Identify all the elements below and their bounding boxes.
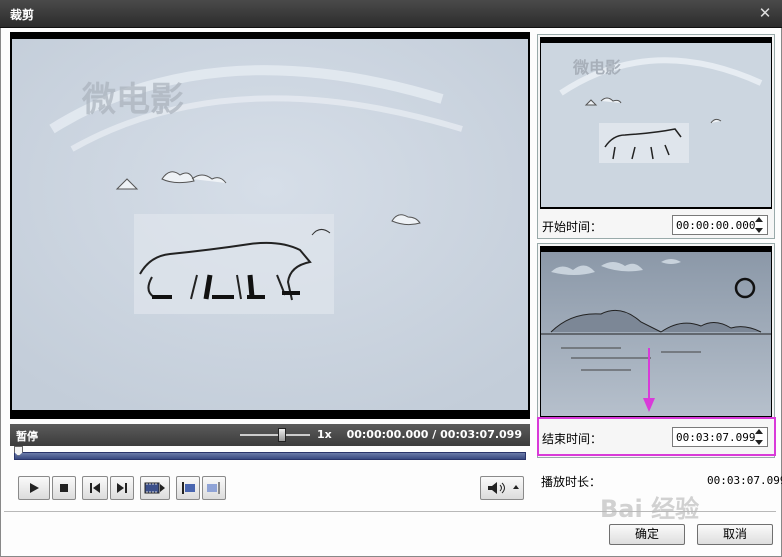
duration-label: 播放时长：: [541, 475, 602, 489]
ok-button[interactable]: 确定: [609, 524, 685, 545]
frame-step-button[interactable]: [140, 476, 170, 500]
end-time-highlight: [537, 417, 776, 456]
start-time-value[interactable]: 00:00:00.000: [676, 219, 755, 232]
time-readout: 00:00:00.000 / 00:03:07.099: [346, 428, 522, 441]
start-time-spinner[interactable]: [753, 217, 765, 233]
mark-out-icon: [207, 482, 220, 494]
spin-down-icon[interactable]: [755, 228, 763, 233]
close-button[interactable]: ✕: [756, 4, 774, 22]
duration-value: 00:03:07.099: [707, 474, 782, 487]
watermark: Bai 经验: [600, 495, 700, 523]
speed-value: 1x: [317, 428, 332, 441]
speed-slider-thumb[interactable]: [278, 428, 286, 442]
svg-text:微电影: 微电影: [572, 58, 621, 77]
start-frame-thumbnail: 微电影: [540, 37, 772, 209]
frame-step-icon: [144, 482, 165, 494]
play-icon: [30, 483, 39, 493]
next-button[interactable]: [110, 476, 134, 500]
seek-bar[interactable]: [14, 446, 526, 460]
seek-track[interactable]: [14, 452, 526, 460]
skip-forward-icon: [117, 483, 127, 493]
start-time-field[interactable]: 00:00:00.000: [672, 215, 768, 235]
start-frame-pane: 微电影 开始时间： 00:00:00.000: [537, 34, 775, 239]
skip-back-icon: [90, 483, 100, 493]
previous-button[interactable]: [82, 476, 108, 500]
stop-button[interactable]: [52, 476, 76, 500]
video-frame-image: 微电影: [12, 39, 528, 410]
main-video-preview: 微电影: [10, 32, 530, 419]
player-status-bar: 暂停 1x 00:00:00.000 / 00:03:07.099: [10, 424, 530, 446]
speed-slider-track[interactable]: [240, 434, 310, 436]
playback-state: 暂停: [16, 430, 38, 443]
end-frame-thumbnail: [540, 246, 772, 418]
mark-out-button[interactable]: [202, 476, 226, 500]
mark-in-icon: [182, 482, 195, 494]
title-bar: 裁剪 ✕: [0, 0, 782, 28]
volume-button[interactable]: [480, 476, 524, 500]
start-time-label: 开始时间：: [542, 220, 603, 234]
spin-up-icon[interactable]: [755, 217, 763, 222]
video-title-overlay: 微电影: [81, 80, 184, 120]
play-button[interactable]: [18, 476, 50, 500]
mark-in-button[interactable]: [176, 476, 200, 500]
speaker-icon: [488, 482, 519, 494]
video-frame: 微电影: [12, 39, 528, 410]
stop-icon: [60, 484, 68, 492]
window-title: 裁剪: [10, 8, 35, 22]
cancel-button[interactable]: 取消: [697, 524, 773, 545]
